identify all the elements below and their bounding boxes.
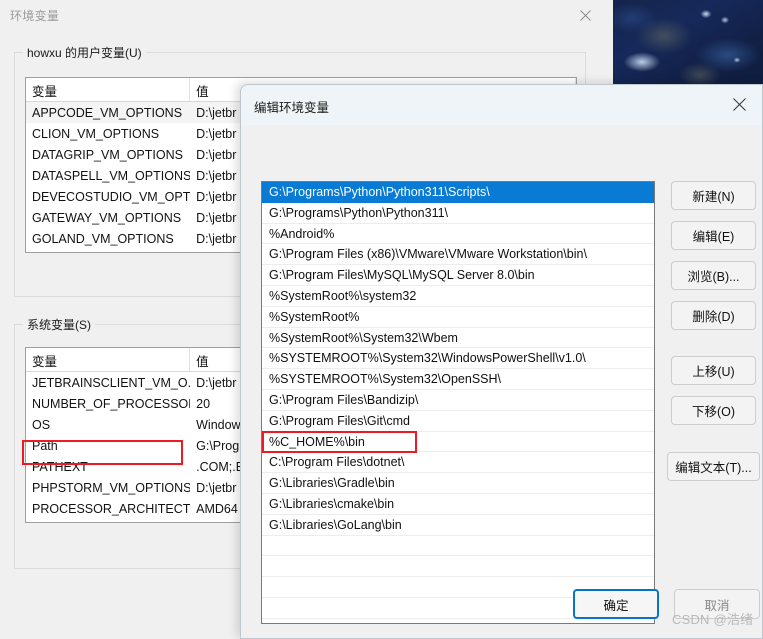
cell-variable: PHPSTORM_VM_OPTIONS [26,481,190,495]
list-item[interactable]: G:\Program Files (x86)\VMware\VMware Wor… [262,244,654,265]
cell-variable: Path [26,439,190,453]
cell-variable: PATHEXT [26,460,190,474]
list-item[interactable]: G:\Libraries\GoLang\bin [262,515,654,536]
list-item[interactable]: G:\Programs\Python\Python311\ [262,203,654,224]
list-item[interactable]: G:\Libraries\cmake\bin [262,494,654,515]
edit-dialog-body: G:\Programs\Python\Python311\Scripts\ G:… [241,125,762,638]
cell-variable: OS [26,418,190,432]
desktop-wallpaper [612,0,763,88]
move-down-button[interactable]: 下移(O) [671,396,756,425]
column-header-variable[interactable]: 变量 [26,78,190,101]
cell-variable: DATAGRIP_VM_OPTIONS [26,148,190,162]
cell-variable: JETBRAINSCLIENT_VM_O... [26,376,190,390]
list-item[interactable]: %Android% [262,224,654,245]
close-icon[interactable] [716,85,762,124]
edit-environment-variable-dialog: 编辑环境变量 G:\Programs\Python\Python311\Scri… [240,84,763,639]
cell-variable: APPCODE_VM_OPTIONS [26,106,190,120]
screenshot-root: 环境变量 howxu 的用户变量(U) 变量 值 APPCODE_VM_OPTI [0,0,763,639]
close-icon[interactable] [563,0,608,31]
list-item[interactable]: G:\Program Files\Git\cmd [262,411,654,432]
list-item[interactable]: C:\Program Files\dotnet\ [262,452,654,473]
cancel-button[interactable]: 取消 [674,589,760,619]
list-item-c-home[interactable]: %C_HOME%\bin [262,432,654,453]
ok-button[interactable]: 确定 [573,589,659,619]
edit-dialog-titlebar: 编辑环境变量 [241,85,762,125]
environment-variables-titlebar: 环境变量 [0,0,613,32]
user-variables-legend: howxu 的用户变量(U) [23,44,146,61]
column-header-variable[interactable]: 变量 [26,348,190,371]
cell-variable: GOLAND_VM_OPTIONS [26,232,190,246]
cell-variable: PROCESSOR_ARCHITECT... [26,502,190,516]
list-item[interactable] [262,536,654,557]
cell-variable: CLION_VM_OPTIONS [26,127,190,141]
list-item[interactable]: %SystemRoot% [262,307,654,328]
cell-variable: GATEWAY_VM_OPTIONS [26,211,190,225]
edit-dialog-title: 编辑环境变量 [254,97,329,116]
list-item[interactable]: %SYSTEMROOT%\System32\WindowsPowerShell\… [262,348,654,369]
cell-variable: DATASPELL_VM_OPTIONS [26,169,190,183]
list-item[interactable]: G:\Program Files\MySQL\MySQL Server 8.0\… [262,265,654,286]
list-item[interactable]: %SYSTEMROOT%\System32\OpenSSH\ [262,369,654,390]
path-entries-list[interactable]: G:\Programs\Python\Python311\Scripts\ G:… [261,181,655,624]
environment-variables-title: 环境变量 [10,7,59,24]
move-up-button[interactable]: 上移(U) [671,356,756,385]
edit-text-button[interactable]: 编辑文本(T)... [667,452,760,481]
new-button[interactable]: 新建(N) [671,181,756,210]
cell-variable: DEVECOSTUDIO_VM_OPT... [26,190,190,204]
list-item[interactable]: G:\Libraries\Gradle\bin [262,473,654,494]
list-item[interactable]: %SystemRoot%\system32 [262,286,654,307]
list-item[interactable] [262,556,654,577]
delete-button[interactable]: 删除(D) [671,301,756,330]
list-item[interactable]: G:\Programs\Python\Python311\Scripts\ [262,182,654,203]
system-variables-legend: 系统变量(S) [23,316,95,333]
cell-variable: NUMBER_OF_PROCESSORS [26,397,190,411]
browse-button[interactable]: 浏览(B)... [671,261,756,290]
edit-button[interactable]: 编辑(E) [671,221,756,250]
list-item[interactable]: G:\Program Files\Bandizip\ [262,390,654,411]
list-item[interactable]: %SystemRoot%\System32\Wbem [262,328,654,349]
